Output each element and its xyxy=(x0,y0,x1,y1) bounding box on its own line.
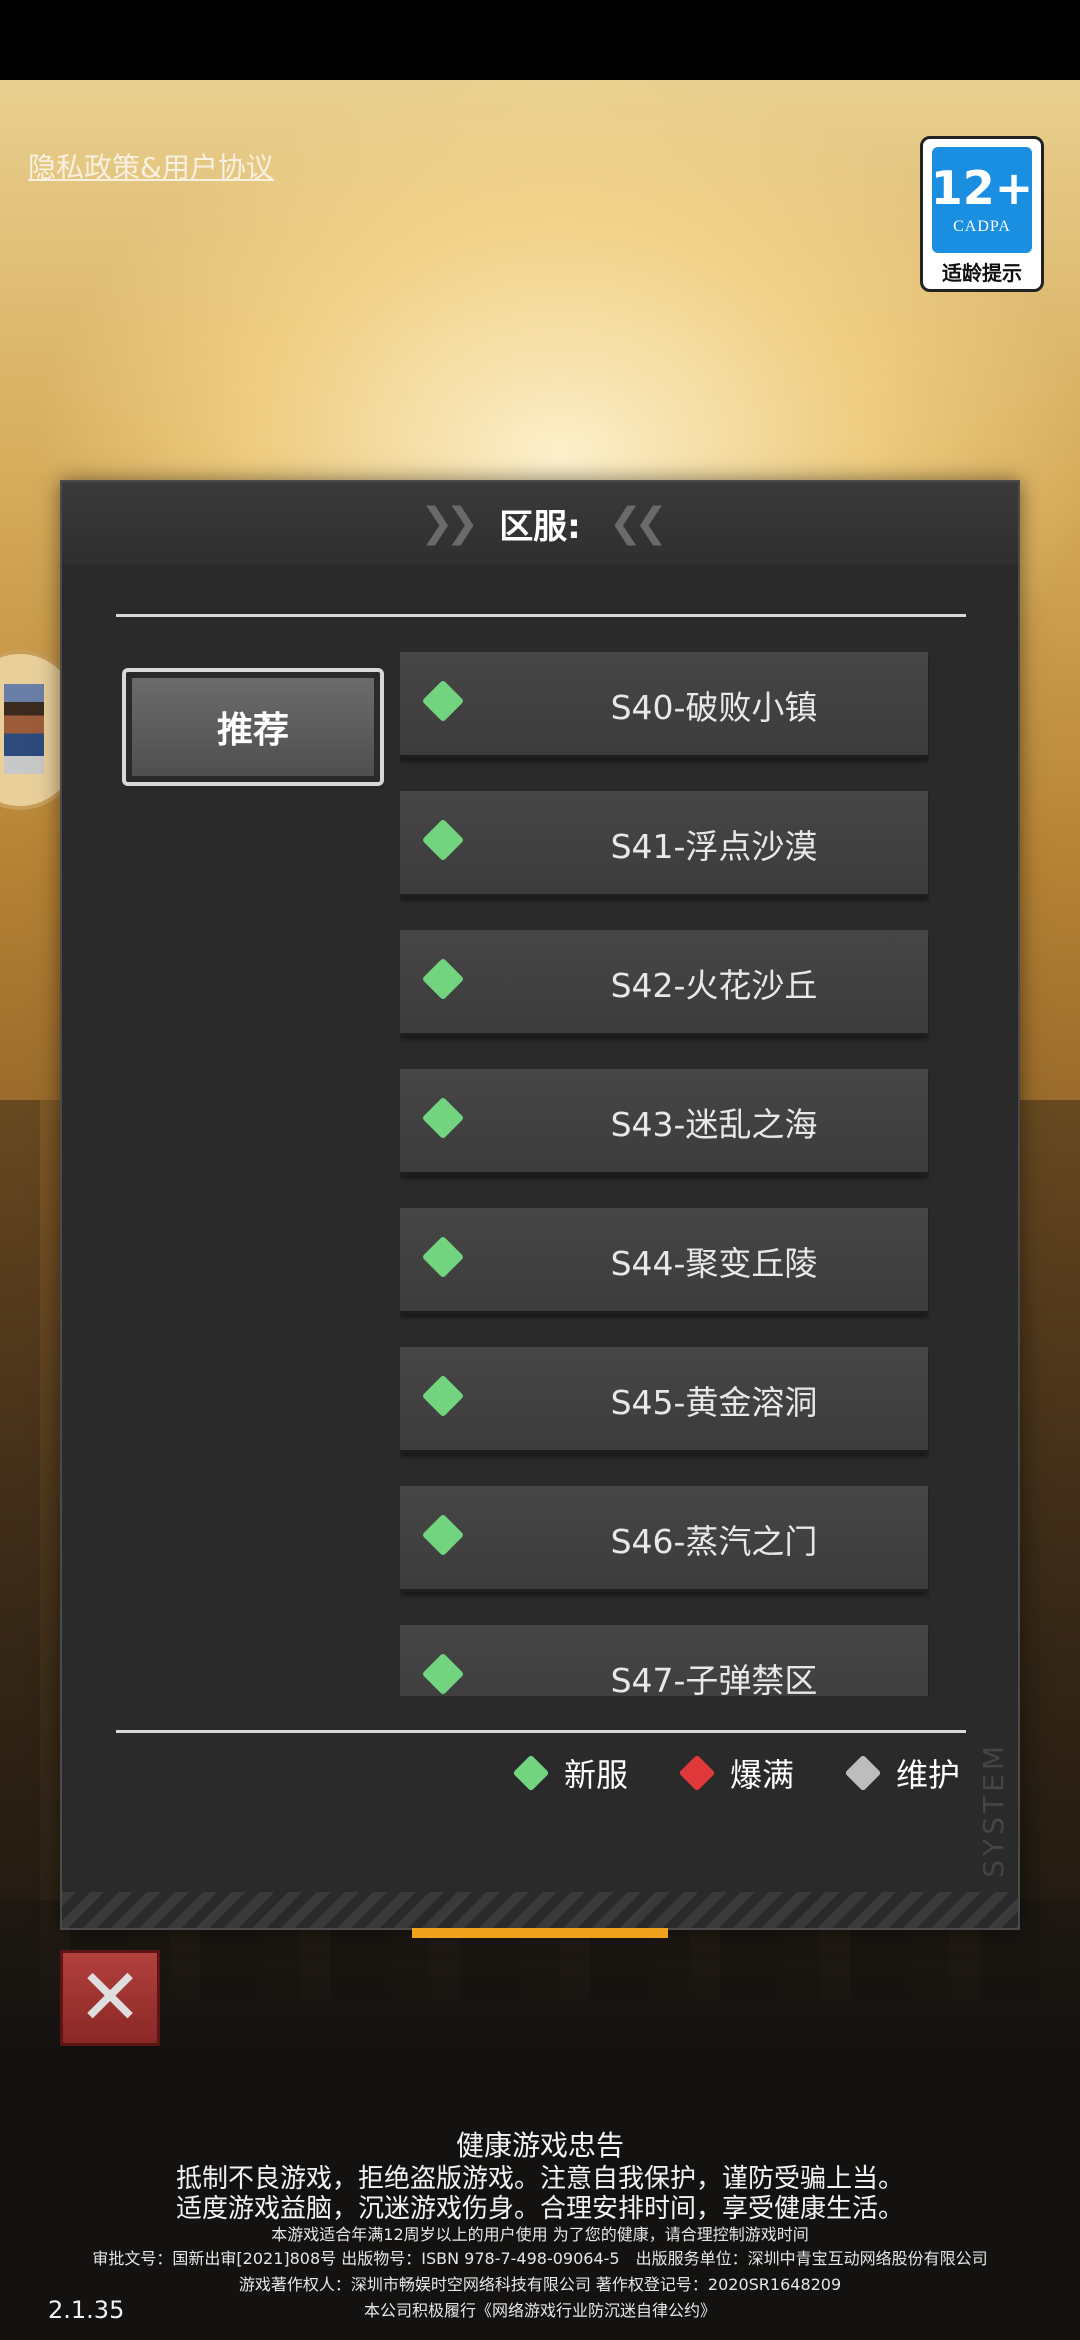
legend-maintenance: 维护 xyxy=(844,1748,961,1798)
age-note: 本游戏适合年满12周岁以上的用户使用 为了您的健康，请合理控制游戏时间 xyxy=(271,2225,809,2244)
server-item[interactable]: S45-黄金溶洞 xyxy=(400,1347,928,1453)
server-name: S45-黄金溶洞 xyxy=(610,1383,818,1422)
server-name: S40-破败小镇 xyxy=(610,688,818,727)
server-item[interactable]: S44-聚变丘陵 xyxy=(400,1208,928,1314)
status-diamond-icon xyxy=(421,1513,465,1557)
dialog-header: ❯❯ 区服: ❮❮ xyxy=(62,482,1018,564)
privacy-policy-link[interactable]: 隐私政策&用户协议 xyxy=(28,146,274,186)
server-item[interactable]: S42-火花沙丘 xyxy=(400,930,928,1036)
age-rating-badge[interactable]: 12+ CADPA 适龄提示 xyxy=(920,136,1044,292)
close-icon: ✕ xyxy=(77,1953,143,2043)
legend-label: 维护 xyxy=(896,1756,961,1794)
orange-accent-bar xyxy=(412,1928,668,1938)
status-diamond-icon xyxy=(421,1652,465,1696)
server-select-dialog: ❯❯ 区服: ❮❮ 推荐 S40-破败小镇 S41-浮点沙漠 S42-火花沙丘 … xyxy=(60,480,1020,1930)
legend-label: 新服 xyxy=(564,1756,629,1794)
server-name: S41-浮点沙漠 xyxy=(610,827,818,866)
notice-title: 健康游戏忠告 xyxy=(455,2129,624,2162)
copyright-info: 游戏著作权人：深圳市畅娱时空网络科技有限公司 著作权登记号：2020SR1648… xyxy=(238,2275,842,2294)
status-diamond-icon xyxy=(421,1096,465,1140)
legend-full: 爆满 xyxy=(678,1748,795,1798)
status-diamond-icon xyxy=(421,957,465,1001)
health-notice: 健康游戏忠告 抵制不良游戏，拒绝盗版游戏。注意自我保护，谨防受骗上当。 适度游戏… xyxy=(0,2128,1080,2324)
age-rating-label: 适龄提示 xyxy=(942,261,1022,285)
chevron-right-icon: ❯❯ xyxy=(420,500,479,546)
version-label: 2.1.35 xyxy=(48,2296,125,2324)
legend-new: 新服 xyxy=(512,1748,629,1798)
server-item[interactable]: S40-破败小镇 xyxy=(400,652,928,758)
server-name: S43-迷乱之海 xyxy=(610,1105,818,1144)
server-name: S47-子弹禁区 xyxy=(610,1661,818,1696)
age-rating-org: CADPA xyxy=(953,218,1011,235)
server-item[interactable]: S47-子弹禁区 xyxy=(400,1625,928,1696)
status-bar xyxy=(0,0,1080,80)
panel-side-text: SYSTEM xyxy=(977,1742,1010,1878)
divider xyxy=(116,614,966,617)
status-diamond-icon xyxy=(421,679,465,723)
pledge-info: 本公司积极履行《网络游戏行业防沉迷自律公约》 xyxy=(363,2301,716,2320)
age-rating-icon: 12+ CADPA xyxy=(930,147,1034,253)
approval-info: 审批文号：国新出审[2021]808号 出版物号：ISBN 978-7-498-… xyxy=(92,2249,988,2268)
server-list[interactable]: S40-破败小镇 S41-浮点沙漠 S42-火花沙丘 S43-迷乱之海 S44-… xyxy=(400,652,930,1696)
status-diamond-icon xyxy=(421,1235,465,1279)
server-name: S42-火花沙丘 xyxy=(610,966,818,1005)
tab-recommended-label: 推荐 xyxy=(132,678,374,776)
server-item[interactable]: S46-蒸汽之门 xyxy=(400,1486,928,1592)
close-button[interactable]: ✕ xyxy=(60,1950,160,2046)
status-diamond-icon xyxy=(421,818,465,862)
server-name: S44-聚变丘陵 xyxy=(610,1244,818,1283)
status-diamond-icon xyxy=(421,1374,465,1418)
legend-red-diamond-icon xyxy=(678,1754,716,1792)
notice-line: 适度游戏益脑，沉迷游戏伤身。合理安排时间，享受健康生活。 xyxy=(175,2194,904,2224)
avatar-pixel-character-icon xyxy=(4,684,44,774)
age-rating-number: 12+ xyxy=(930,161,1034,215)
dialog-title: 区服: xyxy=(499,506,581,547)
legend-green-diamond-icon xyxy=(512,1754,550,1792)
notice-line: 抵制不良游戏，拒绝盗版游戏。注意自我保护，谨防受骗上当。 xyxy=(175,2164,904,2194)
panel-hazard-strip xyxy=(62,1892,1018,1928)
legend-gray-diamond-icon xyxy=(844,1754,882,1792)
server-name: S46-蒸汽之门 xyxy=(610,1522,818,1561)
divider xyxy=(116,1730,966,1733)
server-item[interactable]: S41-浮点沙漠 xyxy=(400,791,928,897)
server-item[interactable]: S43-迷乱之海 xyxy=(400,1069,928,1175)
legend-label: 爆满 xyxy=(730,1756,795,1794)
tab-recommended[interactable]: 推荐 xyxy=(122,668,384,786)
chevron-left-icon: ❮❮ xyxy=(608,500,668,546)
